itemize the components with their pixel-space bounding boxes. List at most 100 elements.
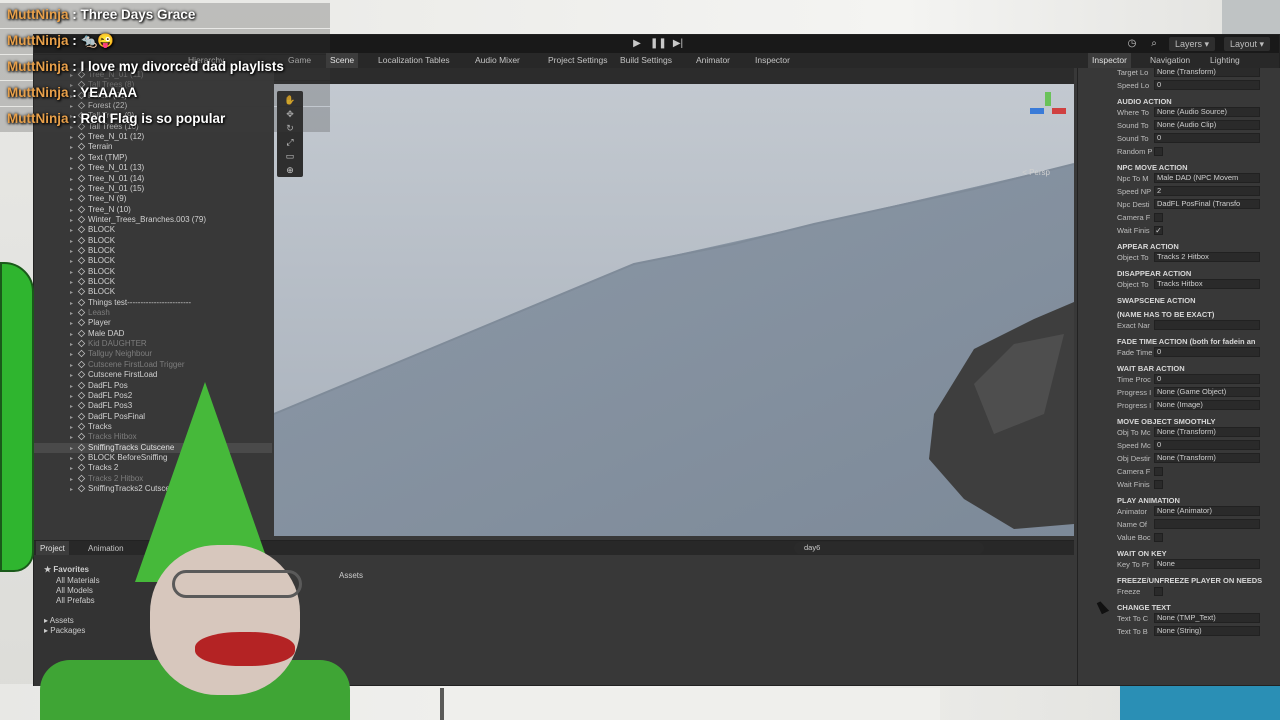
layers-dropdown[interactable]: Layers ▾ [1169, 37, 1216, 51]
inspector-field-value[interactable]: None (Audio Source) [1154, 107, 1260, 117]
inspector-checkbox[interactable]: ✓ [1154, 226, 1163, 235]
inspector-field-value[interactable]: None (Animator) [1154, 506, 1260, 516]
hierarchy-item[interactable]: ▸ Tallguy Neighbour [70, 349, 152, 359]
inspector-field-value[interactable]: None [1154, 559, 1260, 569]
tab-navigation[interactable]: Navigation [1146, 53, 1194, 68]
inspector-field-value[interactable]: None (Game Object) [1154, 387, 1260, 397]
tab-scene[interactable]: Scene [326, 53, 359, 68]
hierarchy-item[interactable]: ▸ DadFL PosFinal [70, 412, 145, 422]
inspector-checkbox[interactable] [1154, 587, 1163, 596]
inspector-checkbox[interactable] [1154, 147, 1163, 156]
hierarchy-item[interactable]: ▸ Cutscene FirstLoad [70, 370, 157, 380]
inspector-field-value[interactable]: None (Transform) [1154, 453, 1260, 463]
hierarchy-item[interactable]: ▸ Tracks Hitbox [70, 432, 137, 442]
hierarchy-item[interactable]: ▸ Male DAD [70, 329, 124, 339]
inspector-field-value[interactable]: None (Transform) [1154, 427, 1260, 437]
hierarchy-item[interactable]: ▸ BLOCK [70, 287, 115, 297]
scene-gizmo[interactable] [1028, 90, 1068, 130]
assets-folder[interactable]: ▸ Assets [44, 616, 74, 626]
tab-lighting[interactable]: Lighting [1206, 53, 1244, 68]
hierarchy-item[interactable]: ▸ DadFL Pos [70, 381, 128, 391]
hierarchy-item[interactable]: ▸ Tree_N (10) [70, 205, 131, 215]
hierarchy-item[interactable]: ▸ Tracks 2 [70, 463, 118, 473]
transform-tool-icon[interactable]: ⊕ [283, 165, 297, 176]
project-breadcrumb[interactable]: Assets [339, 571, 363, 581]
hierarchy-item[interactable]: ▸ BLOCK [70, 225, 115, 235]
inspector-field-value[interactable]: 0 [1154, 133, 1260, 143]
inspector-panel[interactable]: Target Lo None (Transform) Speed Lo 0 AUDIO … [1077, 68, 1280, 685]
inspector-field-value[interactable]: None (TMP_Text) [1154, 613, 1260, 623]
hierarchy-item[interactable]: ▸ DadFL Pos3 [70, 401, 132, 411]
fav-all-prefabs[interactable]: All Prefabs [56, 596, 95, 606]
inspector-field-value[interactable]: 0 [1154, 440, 1260, 450]
search-icon[interactable]: ⌕ [1147, 38, 1161, 50]
tab-animation[interactable]: Animation [84, 541, 128, 556]
inspector-checkbox[interactable] [1154, 213, 1163, 222]
hierarchy-item[interactable]: ▸ Leash [70, 308, 110, 318]
tab-animator[interactable]: Animator [692, 53, 734, 68]
hierarchy-item[interactable]: ▸ BLOCK [70, 267, 115, 277]
inspector-field-value[interactable]: Tracks Hitbox [1154, 279, 1260, 289]
inspector-field-value[interactable]: Tracks 2 Hitbox [1154, 252, 1260, 262]
hierarchy-item[interactable]: ▸ Tracks [70, 422, 112, 432]
inspector-field-value[interactable]: None (String) [1154, 626, 1260, 636]
hierarchy-item[interactable]: ▸ BLOCK [70, 256, 115, 266]
rect-tool-icon[interactable]: ▭ [283, 151, 297, 162]
step-icon[interactable]: ▶| [671, 38, 685, 50]
inspector-field-value[interactable]: 2 [1154, 186, 1260, 196]
history-icon[interactable]: ◷ [1125, 38, 1139, 50]
hierarchy-item[interactable]: ▸ Tree_N (9) [70, 194, 126, 204]
inspector-field-value[interactable]: DadFL PosFinal (Transfo [1154, 199, 1260, 209]
fav-all-materials[interactable]: All Materials [56, 576, 100, 586]
scene-viewport[interactable]: < Persp [274, 84, 1074, 536]
tab-project-settings[interactable]: Project Settings [544, 53, 612, 68]
chat-message: MuttNinja : YEAAAA [7, 85, 137, 100]
layout-dropdown[interactable]: Layout ▾ [1224, 37, 1271, 51]
scale-tool-icon[interactable]: ⤢ [283, 137, 297, 148]
favorites-label[interactable]: ★ Favorites [44, 565, 89, 575]
pause-icon[interactable]: ❚❚ [650, 38, 667, 50]
play-icon[interactable]: ▶ [630, 38, 644, 50]
fav-all-models[interactable]: All Models [56, 586, 93, 596]
expand-arrow-icon[interactable]: ▸ [70, 485, 78, 495]
gameobject-icon [77, 174, 86, 182]
gameobject-icon [77, 246, 86, 255]
inspector-field-value[interactable] [1154, 519, 1260, 529]
hierarchy-item[interactable]: ▸ Tree_N_01 (14) [70, 174, 144, 184]
tab-inspector-right[interactable]: Inspector [1088, 53, 1131, 68]
hierarchy-item[interactable]: ▸ Player [70, 318, 111, 328]
tab-audio-mixer[interactable]: Audio Mixer [471, 53, 524, 68]
project-search-input[interactable]: day6 [794, 542, 984, 554]
hierarchy-item[interactable]: ▸ Text (TMP) [70, 153, 127, 163]
hierarchy-item[interactable]: ▸ Winter_Trees_Branches.003 (79) [70, 215, 206, 225]
hierarchy-item[interactable]: ▸ Things test------------------------ [70, 298, 191, 308]
tab-localization-tables[interactable]: Localization Tables [374, 53, 454, 68]
inspector-checkbox[interactable] [1154, 533, 1163, 542]
hierarchy-item[interactable]: ▸ Tree_N_01 (13) [70, 163, 144, 173]
hierarchy-item[interactable]: ▸ Tree_N_01 (12) [70, 132, 144, 142]
hierarchy-item[interactable]: ▸ Kid DAUGHTER [70, 339, 147, 349]
inspector-field-value[interactable]: None (Transform) [1154, 68, 1260, 77]
inspector-field-value[interactable]: None (Image) [1154, 400, 1260, 410]
hierarchy-item[interactable]: ▸ DadFL Pos2 [70, 391, 132, 401]
persp-label[interactable]: < Persp [1022, 168, 1050, 177]
hierarchy-item[interactable]: ▸ BLOCK [70, 236, 115, 246]
inspector-field-value[interactable]: 0 [1154, 80, 1260, 90]
inspector-field-value[interactable] [1154, 320, 1260, 330]
inspector-field-value[interactable]: 0 [1154, 374, 1260, 384]
hierarchy-item[interactable]: ▸ Terrain [70, 142, 112, 152]
tab-build-settings[interactable]: Build Settings [616, 53, 676, 68]
hierarchy-item[interactable]: ▸ Cutscene FirstLoad Trigger [70, 360, 185, 370]
hierarchy-item[interactable]: ▸ Tracks 2 Hitbox [70, 474, 143, 484]
inspector-checkbox[interactable] [1154, 480, 1163, 489]
inspector-field-value[interactable]: Male DAD (NPC Movem [1154, 173, 1260, 183]
packages-folder[interactable]: ▸ Packages [44, 626, 85, 636]
tab-project[interactable]: Project [36, 541, 69, 556]
hierarchy-item[interactable]: ▸ BLOCK [70, 277, 115, 287]
inspector-field-value[interactable]: 0 [1154, 347, 1260, 357]
tab-inspector[interactable]: Inspector [751, 53, 794, 68]
hierarchy-item[interactable]: ▸ Tree_N_01 (15) [70, 184, 144, 194]
inspector-field-value[interactable]: None (Audio Clip) [1154, 120, 1260, 130]
inspector-checkbox[interactable] [1154, 467, 1163, 476]
hierarchy-item[interactable]: ▸ BLOCK [70, 246, 115, 256]
